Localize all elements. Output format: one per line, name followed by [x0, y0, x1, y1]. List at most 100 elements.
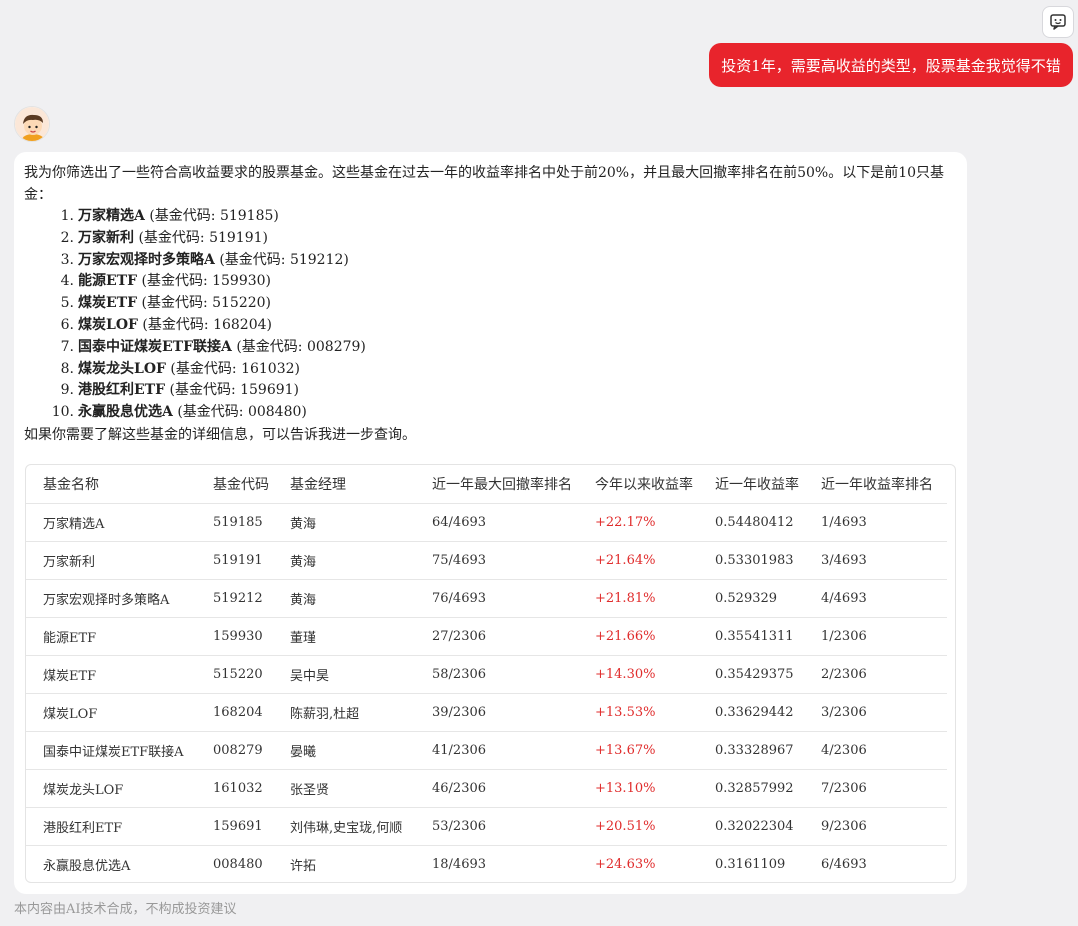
list-number: 4. — [60, 273, 74, 290]
one-year-return-cell: 0.54480412 — [698, 502, 804, 541]
fund-name-cell: 永赢股息优选A — [26, 844, 196, 882]
table-row: 煤炭ETF 515220 吴中昊 58/2306 +14.30% 0.35429… — [26, 654, 947, 693]
list-number: 6. — [60, 316, 74, 333]
one-year-rank-cell: 3/2306 — [804, 692, 947, 731]
ytd-return-cell: +21.64% — [578, 540, 698, 579]
table-row: 能源ETF 159930 董瑾 27/2306 +21.66% 0.355413… — [26, 616, 947, 655]
list-item: 9. 港股红利ETF (基金代码: 159691) — [24, 380, 724, 402]
list-number: 7. — [60, 338, 74, 355]
list-item: 4. 能源ETF (基金代码: 159930) — [24, 271, 724, 293]
fund-name-cell: 煤炭龙头LOF — [26, 768, 196, 807]
ytd-return-cell: +20.51% — [578, 806, 698, 845]
list-item: 1. 万家精选A (基金代码: 519185) — [24, 206, 724, 228]
table-row: 港股红利ETF 159691 刘伟琳,史宝珑,何顺 53/2306 +20.51… — [26, 806, 947, 845]
fund-code: (基金代码: 008279) — [231, 338, 366, 355]
list-number: 5. — [60, 295, 74, 312]
ytd-return-cell: +13.10% — [578, 768, 698, 807]
fund-name: 永赢股息优选A — [78, 404, 173, 421]
column-header: 近一年收益率排名 — [821, 476, 933, 493]
list-number: 1. — [60, 208, 74, 224]
fund-name: 万家精选A — [78, 208, 145, 224]
ytd-return-cell: +21.66% — [578, 616, 698, 655]
list-number: 9. — [60, 382, 74, 399]
table-row: 国泰中证煤炭ETF联接A 008279 晏曦 41/2306 +13.67% 0… — [26, 730, 947, 769]
fund-code-cell: 008279 — [196, 730, 273, 769]
one-year-rank-cell: 4/4693 — [804, 578, 947, 617]
fund-code-cell: 515220 — [196, 654, 273, 693]
manager-cell: 黄海 — [273, 578, 415, 617]
manager-cell: 晏曦 — [273, 730, 415, 769]
one-year-rank-cell: 4/2306 — [804, 730, 947, 769]
fund-name-cell: 能源ETF — [26, 616, 196, 655]
manager-cell: 黄海 — [273, 502, 415, 541]
intro-text: 我为你筛选出了一些符合高收益要求的股票基金。这些基金在过去一年的收益率排名中处于… — [24, 165, 945, 203]
ai-disclaimer: 本内容由AI技术合成，不构成投资建议 — [14, 902, 237, 917]
user-message-bubble: 投资1年，需要高收益的类型，股票基金我觉得不错 — [709, 43, 1073, 87]
drawdown-rank-cell: 76/4693 — [415, 578, 578, 617]
one-year-return-cell: 0.529329 — [698, 578, 804, 617]
fund-code-cell: 161032 — [196, 768, 273, 807]
ytd-return-cell: +13.53% — [578, 692, 698, 731]
one-year-rank-cell: 1/4693 — [804, 502, 947, 541]
one-year-return-cell: 0.3161109 — [698, 844, 804, 882]
fund-code: (基金代码: 159691) — [165, 382, 300, 399]
drawdown-rank-cell: 53/2306 — [415, 806, 578, 845]
fund-code-cell: 008480 — [196, 844, 273, 882]
fund-name-cell: 煤炭ETF — [26, 654, 196, 693]
column-header: 近一年收益率 — [715, 476, 799, 493]
column-header: 基金经理 — [290, 476, 346, 493]
list-item: 2. 万家新利 (基金代码: 519191) — [24, 228, 724, 250]
manager-cell: 董瑾 — [273, 616, 415, 655]
manager-cell: 张圣贤 — [273, 768, 415, 807]
drawdown-rank-cell: 41/2306 — [415, 730, 578, 769]
list-number: 3. — [60, 251, 74, 268]
fund-name-cell: 万家精选A — [26, 502, 196, 541]
feedback-icon[interactable] — [1042, 6, 1074, 38]
one-year-rank-cell: 6/4693 — [804, 844, 947, 882]
fund-code-cell: 519212 — [196, 578, 273, 617]
drawdown-rank-cell: 18/4693 — [415, 844, 578, 882]
fund-name-cell: 万家新利 — [26, 540, 196, 579]
drawdown-rank-cell: 27/2306 — [415, 616, 578, 655]
fund-code: (基金代码: 008480) — [172, 404, 307, 421]
fund-name-cell: 港股红利ETF — [26, 806, 196, 845]
list-number: 2. — [60, 229, 74, 246]
assistant-avatar — [14, 106, 50, 142]
fund-code-cell: 159930 — [196, 616, 273, 655]
outro-text: 如果你需要了解这些基金的详细信息，可以告诉我进一步查询。 — [24, 427, 416, 443]
list-item: 7. 国泰中证煤炭ETF联接A (基金代码: 008279) — [24, 337, 724, 359]
fund-code: (基金代码: 519212) — [214, 251, 349, 268]
table-row: 万家宏观择时多策略A 519212 黄海 76/4693 +21.81% 0.5… — [26, 578, 947, 617]
manager-cell: 许拓 — [273, 844, 415, 882]
list-item: 6. 煤炭LOF (基金代码: 168204) — [24, 315, 724, 337]
ytd-return-cell: +22.17% — [578, 502, 698, 541]
drawdown-rank-cell: 39/2306 — [415, 692, 578, 731]
fund-code-cell: 519191 — [196, 540, 273, 579]
fund-name: 港股红利ETF — [78, 382, 166, 399]
one-year-return-cell: 0.32022304 — [698, 806, 804, 845]
manager-cell: 黄海 — [273, 540, 415, 579]
manager-cell: 刘伟琳,史宝珑,何顺 — [273, 806, 415, 845]
fund-code: (基金代码: 515220) — [137, 295, 272, 312]
fund-code-cell: 159691 — [196, 806, 273, 845]
fund-code: (基金代码: 519191) — [134, 229, 268, 246]
fund-name: 万家新利 — [78, 229, 134, 246]
table-row: 万家精选A 519185 黄海 64/4693 +22.17% 0.544804… — [26, 502, 947, 541]
table-row: 万家新利 519191 黄海 75/4693 +21.64% 0.5330198… — [26, 540, 947, 579]
fund-code: (基金代码: 519185) — [144, 208, 279, 224]
ytd-return-cell: +14.30% — [578, 654, 698, 693]
one-year-rank-cell: 9/2306 — [804, 806, 947, 845]
fund-name: 煤炭LOF — [78, 316, 138, 333]
fund-list: 1. 万家精选A (基金代码: 519185) 2. 万家新利 (基金代码: 519… — [24, 206, 724, 424]
list-item: 10. 永赢股息优选A (基金代码: 008480) — [24, 402, 724, 424]
fund-name: 国泰中证煤炭ETF联接A — [78, 338, 232, 355]
assistant-message-card: 我为你筛选出了一些符合高收益要求的股票基金。这些基金在过去一年的收益率排名中处于… — [14, 152, 967, 894]
list-number: 8. — [60, 360, 74, 377]
column-header: 基金名称 — [43, 476, 99, 493]
drawdown-rank-cell: 75/4693 — [415, 540, 578, 579]
fund-name-cell: 国泰中证煤炭ETF联接A — [26, 730, 196, 769]
table-row: 煤炭LOF 168204 陈薪羽,杜超 39/2306 +13.53% 0.33… — [26, 692, 947, 731]
drawdown-rank-cell: 58/2306 — [415, 654, 578, 693]
fund-code-cell: 519185 — [196, 502, 273, 541]
column-header: 基金代码 — [213, 476, 269, 493]
